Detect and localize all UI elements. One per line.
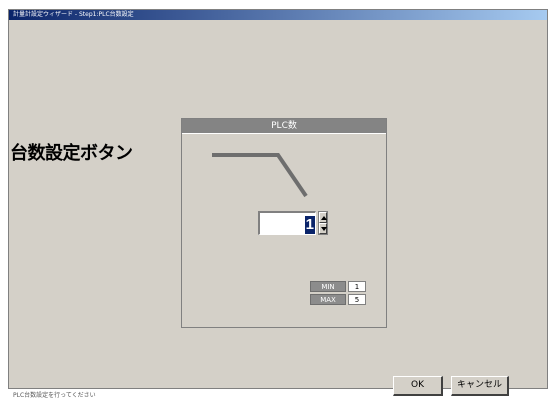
wizard-window: 計量計設定ウィザード - Step1:PLC台数設定 PLC数 1 MIN 1 [8,9,548,399]
arrow-up-icon [321,216,327,220]
title-bar[interactable]: 計量計設定ウィザード - Step1:PLC台数設定 [9,10,547,20]
min-label: MIN [310,281,346,292]
client-area: PLC数 1 MIN 1 MAX 5 OK キャンセル PLC台数設定を行ってく… [9,20,547,399]
min-value: 1 [348,281,366,292]
spin-down-button[interactable] [319,223,327,234]
max-label: MAX [310,294,346,305]
plc-count-spinner[interactable] [318,211,328,235]
max-value: 5 [348,294,366,305]
panel-header: PLC数 [182,119,386,134]
ok-button[interactable]: OK [393,376,443,396]
plc-count-panel: PLC数 1 MIN 1 MAX 5 [181,118,387,328]
arrow-down-icon [321,227,327,231]
callout-label: 台数設定ボタン [10,143,133,164]
status-text: PLC台数設定を行ってください [13,392,96,399]
spin-up-button[interactable] [319,212,327,223]
plc-count-value: 1 [304,216,315,234]
plc-count-input[interactable]: 1 [258,211,316,235]
cancel-button[interactable]: キャンセル [451,376,509,396]
window-title: 計量計設定ウィザード - Step1:PLC台数設定 [13,11,134,18]
